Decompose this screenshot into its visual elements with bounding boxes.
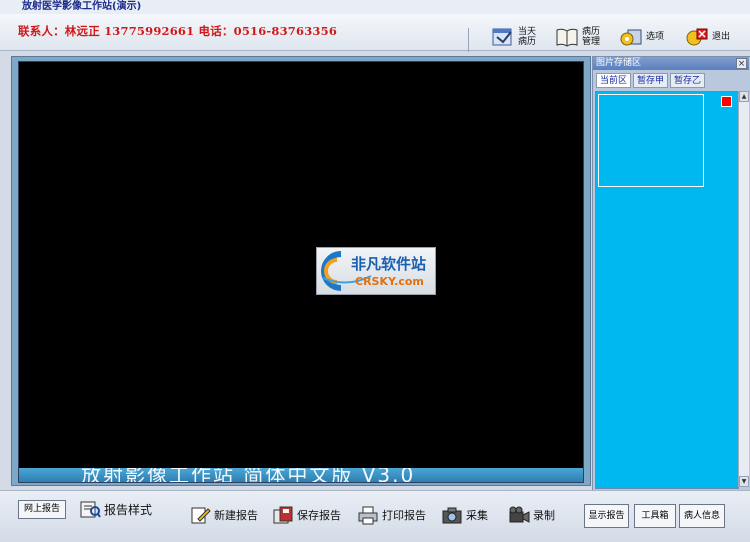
logo-cn-text: 非凡软件站 [351,255,427,273]
save-report-label: 保存报告 [297,509,341,522]
print-report-icon [358,506,378,525]
show-report-button[interactable]: 显示报告 [584,504,629,528]
toolbar-divider [468,28,469,52]
tab-current-area[interactable]: 当前区 [596,73,632,88]
print-report-label: 打印报告 [382,509,426,522]
tab-temp-b[interactable]: 暂存乙 [670,73,706,88]
image-storage-panel: 图片存储区 × 当前区 暂存甲 暂存乙 ▲ ▼ [592,56,750,492]
image-viewer[interactable]: 放射影像工作站 简体中文版 V3.0 [18,61,584,483]
save-report-button[interactable]: 保存报告 [272,504,341,526]
selection-marker [721,96,732,107]
toolbox-button[interactable]: 工具箱 [634,504,676,528]
exit-label: 退出 [712,32,731,42]
options-label: 选项 [646,32,665,42]
today-records-button[interactable]: 当天 病历 [491,24,536,50]
report-style-button[interactable]: 报告样式 [79,498,152,520]
record-button[interactable]: 录制 [508,504,555,526]
scroll-up-icon[interactable]: ▲ [739,91,749,102]
record-label: 录制 [533,509,555,522]
capture-label: 采集 [466,509,488,522]
new-report-button[interactable]: 新建报告 [189,504,258,526]
window-title: 放射医学影像工作站(演示) [22,1,142,12]
camera-icon [442,507,462,524]
new-report-icon [191,507,211,524]
book-icon [556,28,578,47]
options-button[interactable]: 选项 [619,24,664,50]
report-style-icon [80,501,101,518]
exit-button[interactable]: 退出 [685,24,730,50]
report-style-label: 报告样式 [104,502,153,517]
panel-title-bar: 图片存储区 × [593,57,749,70]
print-report-button[interactable]: 打印报告 [357,504,426,526]
exit-icon [686,28,708,46]
bottom-toolbar: 网上报告 报告样式 新建报告 保存报告 打印报告 采集 录制 显示报告 工具箱 … [0,490,750,542]
options-icon [620,29,642,46]
panel-close-button[interactable]: × [736,58,747,69]
title-bar: 放射医学影像工作站(演示) [0,0,750,15]
records-management-label-1: 病历 [582,27,601,37]
patient-info-button[interactable]: 病人信息 [679,504,725,528]
today-records-label-2: 病历 [518,37,537,47]
save-report-icon [273,506,293,524]
viewer-overlay-strip: 放射影像工作站 简体中文版 V3.0 [19,468,583,482]
records-management-label-2: 管理 [582,37,601,47]
logo-en-text: CRSKY.com [355,275,424,288]
online-report-button[interactable]: 网上报告 [18,500,66,519]
viewer-overlay-text: 放射影像工作站 简体中文版 V3.0 [81,468,416,482]
today-records-label-1: 当天 [518,27,537,37]
scroll-down-icon[interactable]: ▼ [739,476,749,487]
panel-title: 图片存储区 [596,58,642,68]
header: 联系人：林远正 13775992661 电话：0516-83763356 当天 … [0,14,750,52]
tab-temp-a[interactable]: 暂存甲 [633,73,669,88]
contact-info: 联系人：林远正 13775992661 电话：0516-83763356 [18,24,338,38]
panel-scrollbar[interactable]: ▲ ▼ [738,91,749,487]
video-camera-icon [509,506,530,523]
new-report-label: 新建报告 [214,509,258,522]
capture-button[interactable]: 采集 [441,504,488,526]
calendar-records-icon [492,28,512,46]
records-management-button[interactable]: 病历 管理 [555,24,600,50]
thumbnail-area[interactable] [595,91,739,489]
thumbnail-slot[interactable] [598,94,704,187]
watermark-logo: 非凡软件站 CRSKY.com [316,247,436,295]
